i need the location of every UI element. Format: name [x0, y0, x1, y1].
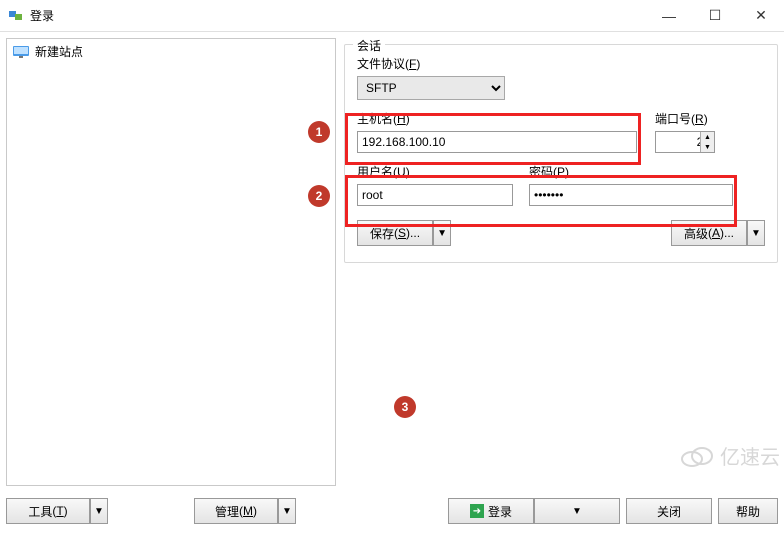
maximize-button[interactable]: ☐	[692, 0, 738, 32]
annotation-badge-1: 1	[308, 121, 330, 143]
hostname-input[interactable]	[357, 131, 637, 153]
login-button[interactable]: ➜ 登录	[448, 498, 534, 524]
login-dropdown-button[interactable]: ▼	[534, 498, 620, 524]
monitor-icon	[13, 46, 29, 58]
help-button[interactable]: 帮助	[718, 498, 778, 524]
site-item-label: 新建站点	[35, 43, 83, 60]
port-spinner[interactable]: ▲ ▼	[700, 132, 714, 152]
titlebar: 登录 — ☐ ✕	[0, 0, 784, 32]
manage-button[interactable]: 管理(M)	[194, 498, 278, 524]
advanced-dropdown-button[interactable]: ▼	[747, 220, 765, 246]
close-button[interactable]: ✕	[738, 0, 784, 32]
save-button-group: 保存(S)... ▼	[357, 220, 451, 246]
window-controls: — ☐ ✕	[646, 0, 784, 32]
tools-dropdown-button[interactable]: ▼	[90, 498, 108, 524]
window-title: 登录	[30, 7, 646, 24]
hostname-label: 主机名	[357, 112, 393, 126]
site-item-new[interactable]: 新建站点	[7, 39, 335, 64]
session-panel: 会话 文件协议(F) SFTP 主机名(H)	[344, 38, 778, 486]
manage-dropdown-button[interactable]: ▼	[278, 498, 296, 524]
username-label: 用户名	[357, 165, 393, 179]
spinner-down-icon[interactable]: ▼	[701, 142, 714, 152]
advanced-button[interactable]: 高级(A)...	[671, 220, 747, 246]
annotation-badge-3: 3	[394, 396, 416, 418]
username-input[interactable]	[357, 184, 513, 206]
login-icon: ➜	[470, 504, 484, 518]
annotation-badge-2: 2	[308, 185, 330, 207]
tools-button-group: 工具(T) ▼	[6, 498, 108, 524]
spinner-up-icon[interactable]: ▲	[701, 132, 714, 142]
close-dialog-button[interactable]: 关闭	[626, 498, 712, 524]
sites-list[interactable]: 新建站点	[6, 38, 336, 486]
protocol-select[interactable]: SFTP	[357, 76, 505, 100]
chevron-down-icon: ▼	[94, 506, 104, 517]
app-icon	[8, 8, 24, 24]
protocol-field: 文件协议(F) SFTP	[357, 55, 765, 100]
protocol-label: 文件协议	[357, 57, 405, 71]
login-button-group: ➜ 登录 ▼	[448, 498, 620, 524]
save-dropdown-button[interactable]: ▼	[433, 220, 451, 246]
advanced-button-group: 高级(A)... ▼	[671, 220, 765, 246]
port-label: 端口号	[655, 112, 691, 126]
password-input[interactable]	[529, 184, 733, 206]
session-group: 会话 文件协议(F) SFTP 主机名(H)	[344, 44, 778, 263]
save-button[interactable]: 保存(S)...	[357, 220, 433, 246]
bottom-bar: 工具(T) ▼ 管理(M) ▼ ➜ 登录 ▼ 关闭 帮助	[0, 492, 784, 530]
chevron-down-icon: ▼	[282, 506, 292, 517]
session-legend: 会话	[353, 37, 385, 54]
manage-button-group: 管理(M) ▼	[194, 498, 296, 524]
minimize-button[interactable]: —	[646, 0, 692, 32]
tools-button[interactable]: 工具(T)	[6, 498, 90, 524]
password-label: 密码	[529, 165, 553, 179]
chevron-down-icon: ▼	[437, 228, 447, 239]
chevron-down-icon: ▼	[751, 228, 761, 239]
chevron-down-icon: ▼	[572, 506, 582, 517]
